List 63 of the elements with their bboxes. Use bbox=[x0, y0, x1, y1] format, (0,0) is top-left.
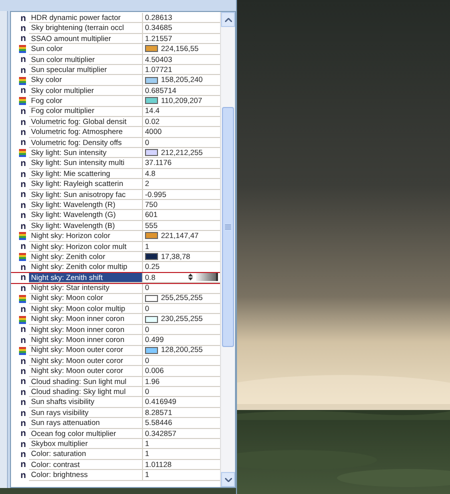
number-type-icon: n bbox=[20, 470, 26, 480]
color-stripes-icon bbox=[19, 253, 26, 262]
color-stripes-icon bbox=[19, 294, 26, 303]
color-swatch[interactable] bbox=[145, 76, 158, 84]
number-type-icon: n bbox=[20, 211, 26, 220]
number-type-icon: n bbox=[20, 118, 26, 127]
color-stripes-icon bbox=[19, 316, 26, 324]
color-stripes-icon bbox=[19, 97, 26, 106]
number-type-icon: n bbox=[20, 273, 26, 282]
number-type-icon: n bbox=[20, 356, 26, 366]
number-type-icon: n bbox=[20, 24, 26, 34]
number-type-icon: n bbox=[20, 450, 26, 460]
scrollbar[interactable] bbox=[220, 12, 235, 487]
number-type-icon: n bbox=[20, 222, 26, 230]
number-type-icon: n bbox=[20, 418, 26, 428]
color-stripes-icon bbox=[19, 45, 26, 54]
scroll-up-button[interactable] bbox=[221, 12, 235, 27]
number-type-icon: n bbox=[20, 366, 26, 376]
number-type-icon: n bbox=[20, 263, 26, 272]
number-type-icon: n bbox=[20, 429, 26, 438]
color-swatch[interactable] bbox=[145, 45, 158, 52]
number-type-icon: n bbox=[20, 86, 26, 96]
number-type-icon: n bbox=[20, 398, 26, 408]
number-type-icon: n bbox=[20, 377, 26, 386]
color-swatch[interactable] bbox=[145, 97, 158, 104]
number-type-icon: n bbox=[20, 200, 26, 210]
number-type-icon: n bbox=[20, 138, 26, 148]
number-type-icon: n bbox=[20, 325, 26, 334]
color-swatch[interactable] bbox=[145, 316, 158, 323]
number-type-icon: n bbox=[20, 34, 26, 44]
caret-up-icon bbox=[224, 18, 232, 22]
number-type-icon: n bbox=[20, 284, 26, 293]
number-type-icon: n bbox=[20, 388, 26, 397]
grip-icon bbox=[225, 224, 231, 230]
number-type-icon: n bbox=[20, 159, 26, 168]
number-type-icon: n bbox=[20, 242, 26, 252]
color-swatch[interactable] bbox=[145, 346, 158, 354]
number-type-icon: n bbox=[20, 14, 26, 23]
number-type-icon: n bbox=[20, 190, 26, 200]
color-swatch[interactable] bbox=[145, 253, 158, 260]
color-stripes-icon bbox=[19, 76, 26, 85]
number-type-icon: n bbox=[20, 336, 26, 345]
color-stripes-icon bbox=[19, 232, 26, 240]
number-type-icon: n bbox=[20, 107, 26, 116]
spinner-icon[interactable] bbox=[188, 273, 193, 282]
slider-bar[interactable] bbox=[196, 273, 218, 282]
color-stripes-icon bbox=[19, 346, 26, 355]
color-swatch[interactable] bbox=[145, 294, 158, 302]
color-stripes-icon bbox=[19, 149, 26, 158]
color-swatch[interactable] bbox=[145, 149, 158, 156]
scroll-thumb[interactable] bbox=[222, 107, 234, 347]
number-type-icon: n bbox=[20, 128, 26, 137]
number-type-icon: n bbox=[20, 408, 26, 418]
number-type-icon: n bbox=[20, 66, 26, 75]
scroll-down-button[interactable] bbox=[221, 472, 235, 487]
color-swatch[interactable] bbox=[145, 232, 158, 240]
number-type-icon: n bbox=[20, 460, 26, 470]
number-type-icon: n bbox=[20, 180, 26, 189]
number-type-icon: n bbox=[20, 55, 26, 64]
number-type-icon: n bbox=[20, 440, 26, 449]
number-type-icon: n bbox=[20, 304, 26, 314]
number-type-icon: n bbox=[20, 170, 26, 179]
caret-down-icon bbox=[224, 478, 232, 482]
